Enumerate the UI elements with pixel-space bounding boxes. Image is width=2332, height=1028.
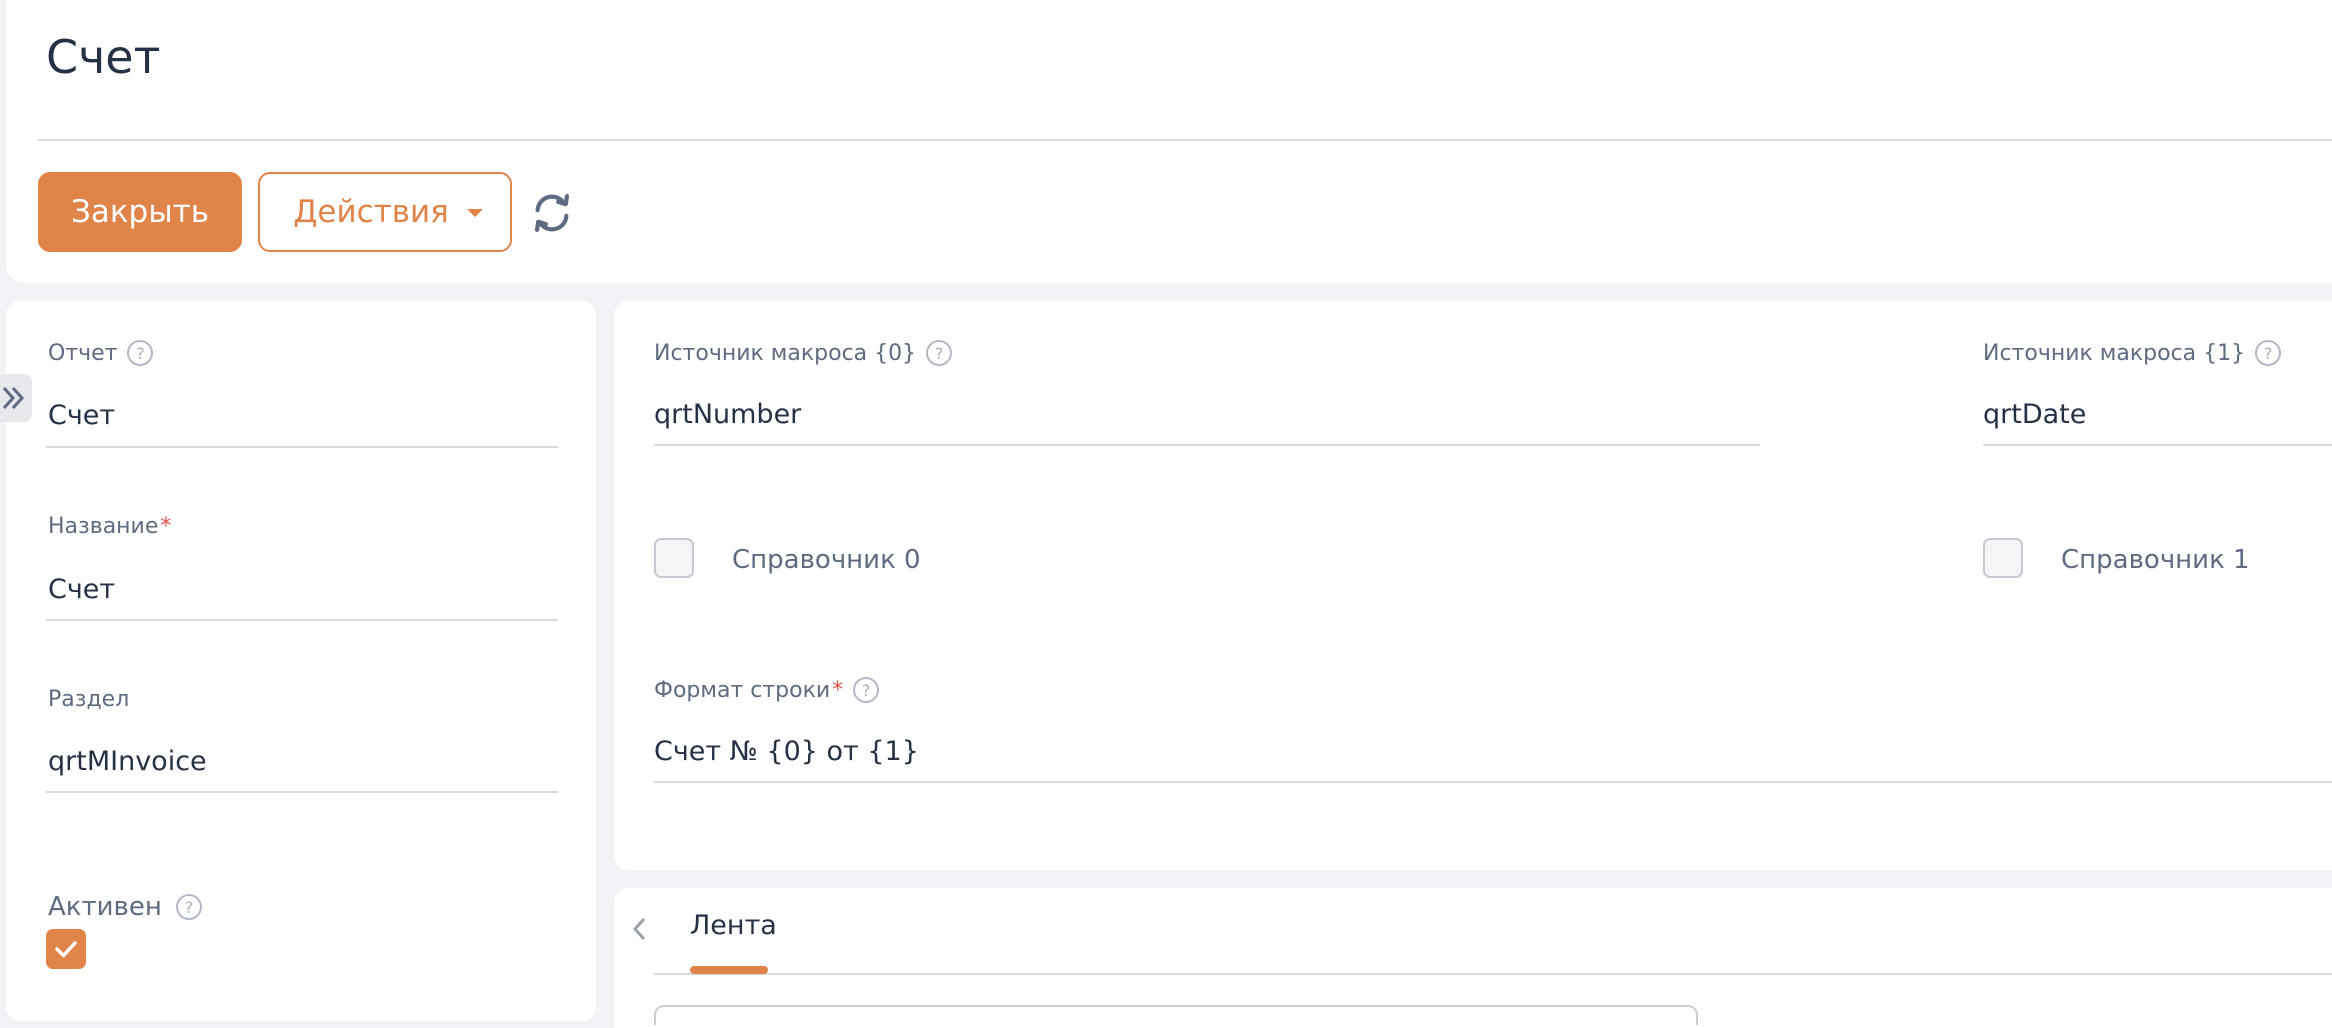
sidebar-toggle[interactable]: [0, 374, 32, 422]
page-title: Счет: [46, 30, 161, 84]
macro-source-1-help-icon[interactable]: ?: [2255, 340, 2282, 366]
macro-source-1-label: Источник макроса {1} ?: [1983, 340, 2282, 366]
name-label: Название *: [48, 514, 172, 539]
feed-input[interactable]: [654, 1005, 1698, 1025]
report-help-icon[interactable]: ?: [127, 340, 154, 366]
tab-active-indicator: [690, 966, 768, 974]
active-checkbox[interactable]: [46, 929, 86, 969]
double-chevron-right-icon: [2, 386, 25, 410]
close-button[interactable]: Закрыть: [38, 172, 242, 252]
right-panel: [614, 301, 2332, 870]
macro-source-1-field[interactable]: qrtDate: [1983, 399, 2086, 430]
report-label: Отчет ?: [48, 340, 154, 366]
required-mark: *: [160, 514, 172, 539]
caret-down-icon: [466, 209, 483, 217]
chevron-left-icon[interactable]: [628, 914, 650, 944]
macro-source-0-field[interactable]: qrtNumber: [654, 399, 801, 430]
report-field[interactable]: Счет: [48, 400, 115, 431]
string-format-help-icon[interactable]: ?: [853, 677, 880, 703]
dictionary-1-label: Справочник 1: [2061, 545, 2250, 575]
macro-source-0-label: Источник макроса {0} ?: [654, 340, 953, 366]
dictionary-0-checkbox[interactable]: [654, 538, 694, 578]
dictionary-0-label: Справочник 0: [732, 545, 921, 575]
required-mark: *: [832, 677, 844, 703]
macro-source-1-underline: [1983, 444, 2332, 446]
macro-source-0-underline: [654, 444, 1760, 446]
dictionary-1-checkbox[interactable]: [1983, 538, 2023, 578]
string-format-underline: [654, 781, 2332, 783]
active-label: Активен ?: [48, 892, 202, 922]
section-field[interactable]: qrtMInvoice: [48, 746, 207, 777]
actions-dropdown-button[interactable]: Действия: [258, 172, 512, 252]
report-underline: [46, 446, 558, 448]
tab-divider: [654, 973, 2332, 975]
string-format-label: Формат строки * ?: [654, 677, 880, 703]
actions-button-label: Действия: [293, 194, 449, 230]
name-underline: [46, 619, 558, 621]
name-field[interactable]: Счет: [48, 574, 115, 605]
tab-feed[interactable]: Лента: [690, 910, 777, 941]
section-label: Раздел: [48, 687, 130, 712]
section-underline: [46, 791, 558, 793]
active-help-icon[interactable]: ?: [175, 894, 202, 920]
macro-source-0-help-icon[interactable]: ?: [926, 340, 953, 366]
string-format-field[interactable]: Счет № {0} от {1}: [654, 736, 919, 767]
refresh-icon[interactable]: [529, 190, 575, 236]
title-divider: [38, 139, 2332, 141]
check-icon: [55, 941, 77, 958]
